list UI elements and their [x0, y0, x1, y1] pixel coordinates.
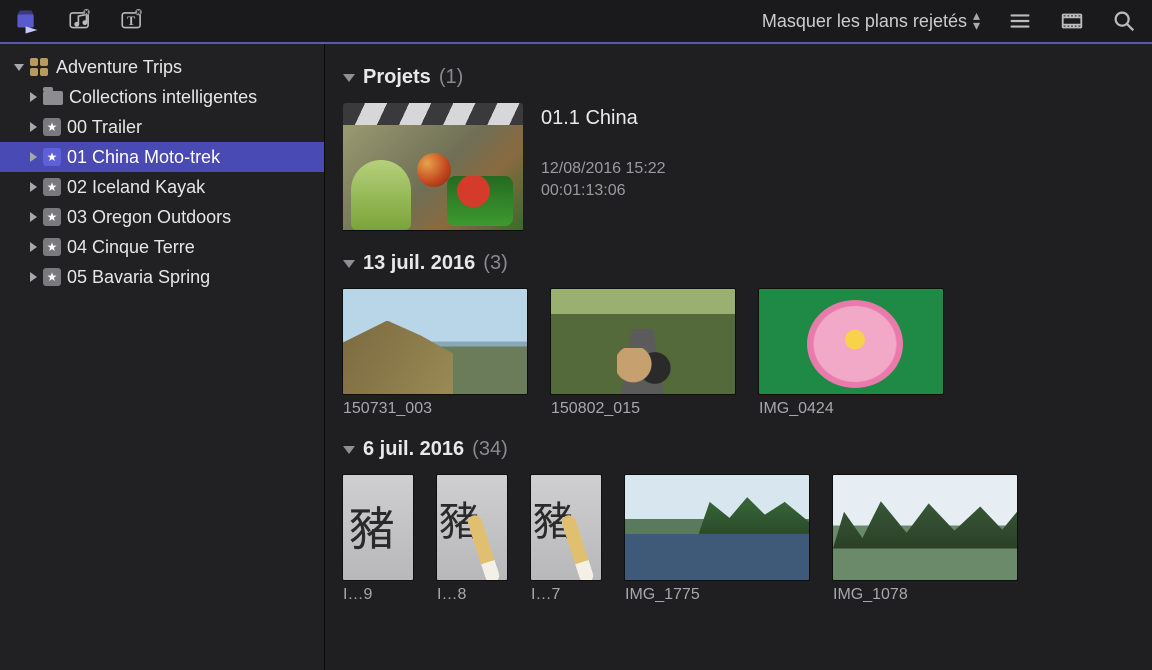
list-view-icon[interactable]	[1002, 5, 1038, 37]
disclosure-triangle-icon[interactable]	[30, 152, 37, 162]
clip-thumbnail[interactable]	[531, 475, 601, 580]
clip-item[interactable]: I…8	[437, 475, 507, 604]
svg-text:T: T	[127, 14, 135, 28]
clip-filter-label: Masquer les plans rejetés	[762, 11, 967, 32]
sidebar-item-event[interactable]: ★ 04 Cinque Terre	[0, 232, 324, 262]
disclosure-triangle-icon[interactable]	[30, 122, 37, 132]
clip-label: IMG_0424	[759, 400, 943, 418]
clip-item[interactable]: IMG_1078	[833, 475, 1017, 604]
sidebar-item-event[interactable]: ★ 03 Oregon Outdoors	[0, 202, 324, 232]
clip-thumbnail[interactable]	[833, 475, 1017, 580]
project-poster	[343, 125, 523, 230]
clip-filter-dropdown[interactable]: Masquer les plans rejetés ▴▾	[756, 11, 986, 32]
project-duration: 00:01:13:06	[541, 182, 666, 200]
sidebar-item-label: Collections intelligentes	[69, 87, 257, 108]
clapper-icon	[343, 103, 523, 125]
toolbar: T Masquer les plans rejetés ▴▾	[0, 0, 1152, 44]
event-icon: ★	[43, 208, 61, 226]
sidebar-item-label: 03 Oregon Outdoors	[67, 207, 231, 228]
section-title: 6 juil. 2016	[363, 438, 464, 461]
event-icon: ★	[43, 268, 61, 286]
clip-item[interactable]: I…7	[531, 475, 601, 604]
disclosure-triangle-icon[interactable]	[30, 212, 37, 222]
sidebar-item-event[interactable]: ★ 01 China Moto-trek	[0, 142, 324, 172]
clip-item[interactable]: IMG_1775	[625, 475, 809, 604]
dropdown-arrows-icon: ▴▾	[973, 11, 980, 31]
event-icon: ★	[43, 148, 61, 166]
media-browser-clips-icon[interactable]	[10, 5, 46, 37]
sidebar-item-label: 05 Bavaria Spring	[67, 267, 210, 288]
disclosure-triangle-icon[interactable]	[30, 182, 37, 192]
clip-thumbnail[interactable]	[759, 289, 943, 394]
clip-item[interactable]: IMG_0424	[759, 289, 943, 418]
disclosure-triangle-icon[interactable]	[343, 74, 355, 82]
sidebar-item-label: 04 Cinque Terre	[67, 237, 195, 258]
filmstrip-view-icon[interactable]	[1054, 5, 1090, 37]
disclosure-triangle-icon[interactable]	[30, 92, 37, 102]
section-title: 13 juil. 2016	[363, 252, 475, 275]
folder-icon	[43, 91, 63, 105]
search-icon[interactable]	[1106, 5, 1142, 37]
clip-thumbnail[interactable]	[343, 475, 413, 580]
sidebar-item-collections[interactable]: Collections intelligentes	[0, 82, 324, 112]
clip-row: I…9 I…8 I…7 IMG_1775 IMG_1078	[343, 475, 1134, 604]
clip-label: I…9	[343, 586, 413, 604]
clip-row: 150731_003 150802_015 IMG_0424	[343, 289, 1134, 418]
sidebar-item-event[interactable]: ★ 02 Iceland Kayak	[0, 172, 324, 202]
project-meta: 01.1 China 12/08/2016 15:22 00:01:13:06	[541, 103, 666, 230]
library-row[interactable]: Adventure Trips	[0, 52, 324, 82]
sidebar-item-event[interactable]: ★ 00 Trailer	[0, 112, 324, 142]
disclosure-triangle-icon[interactable]	[30, 272, 37, 282]
disclosure-triangle-icon[interactable]	[343, 260, 355, 268]
disclosure-triangle-icon[interactable]	[14, 64, 24, 71]
section-count: (34)	[472, 438, 508, 461]
clip-label: 150802_015	[551, 400, 735, 418]
clip-label: IMG_1775	[625, 586, 809, 604]
section-header-day1[interactable]: 13 juil. 2016 (3)	[343, 252, 1134, 275]
clip-thumbnail[interactable]	[343, 289, 527, 394]
event-icon: ★	[43, 238, 61, 256]
project-date: 12/08/2016 15:22	[541, 160, 666, 178]
clip-label: 150731_003	[343, 400, 527, 418]
sidebar-item-event[interactable]: ★ 05 Bavaria Spring	[0, 262, 324, 292]
section-header-projects[interactable]: Projets (1)	[343, 66, 1134, 89]
section-header-day2[interactable]: 6 juil. 2016 (34)	[343, 438, 1134, 461]
clip-browser: Projets (1) 01.1 China 12/08/2016 15:22 …	[325, 44, 1152, 670]
sidebar-item-label: 00 Trailer	[67, 117, 142, 138]
library-icon	[30, 58, 50, 76]
project-card[interactable]: 01.1 China 12/08/2016 15:22 00:01:13:06	[343, 103, 1134, 230]
project-title: 01.1 China	[541, 107, 666, 130]
clip-thumbnail[interactable]	[551, 289, 735, 394]
clip-label: I…7	[531, 586, 601, 604]
disclosure-triangle-icon[interactable]	[343, 446, 355, 454]
section-title: Projets	[363, 66, 431, 89]
clip-label: IMG_1078	[833, 586, 1017, 604]
clip-label: I…8	[437, 586, 507, 604]
event-icon: ★	[43, 178, 61, 196]
clip-item[interactable]: 150731_003	[343, 289, 527, 418]
clip-item[interactable]: 150802_015	[551, 289, 735, 418]
titles-browser-icon[interactable]: T	[114, 5, 150, 37]
event-icon: ★	[43, 118, 61, 136]
clip-thumbnail[interactable]	[625, 475, 809, 580]
library-label: Adventure Trips	[56, 57, 182, 78]
section-count: (1)	[439, 66, 463, 89]
sidebar: Adventure Trips Collections intelligente…	[0, 44, 325, 670]
sidebar-item-label: 01 China Moto-trek	[67, 147, 220, 168]
project-thumbnail[interactable]	[343, 103, 523, 230]
sidebar-item-label: 02 Iceland Kayak	[67, 177, 205, 198]
clip-item[interactable]: I…9	[343, 475, 413, 604]
clip-thumbnail[interactable]	[437, 475, 507, 580]
disclosure-triangle-icon[interactable]	[30, 242, 37, 252]
music-browser-icon[interactable]	[62, 5, 98, 37]
section-count: (3)	[483, 252, 507, 275]
